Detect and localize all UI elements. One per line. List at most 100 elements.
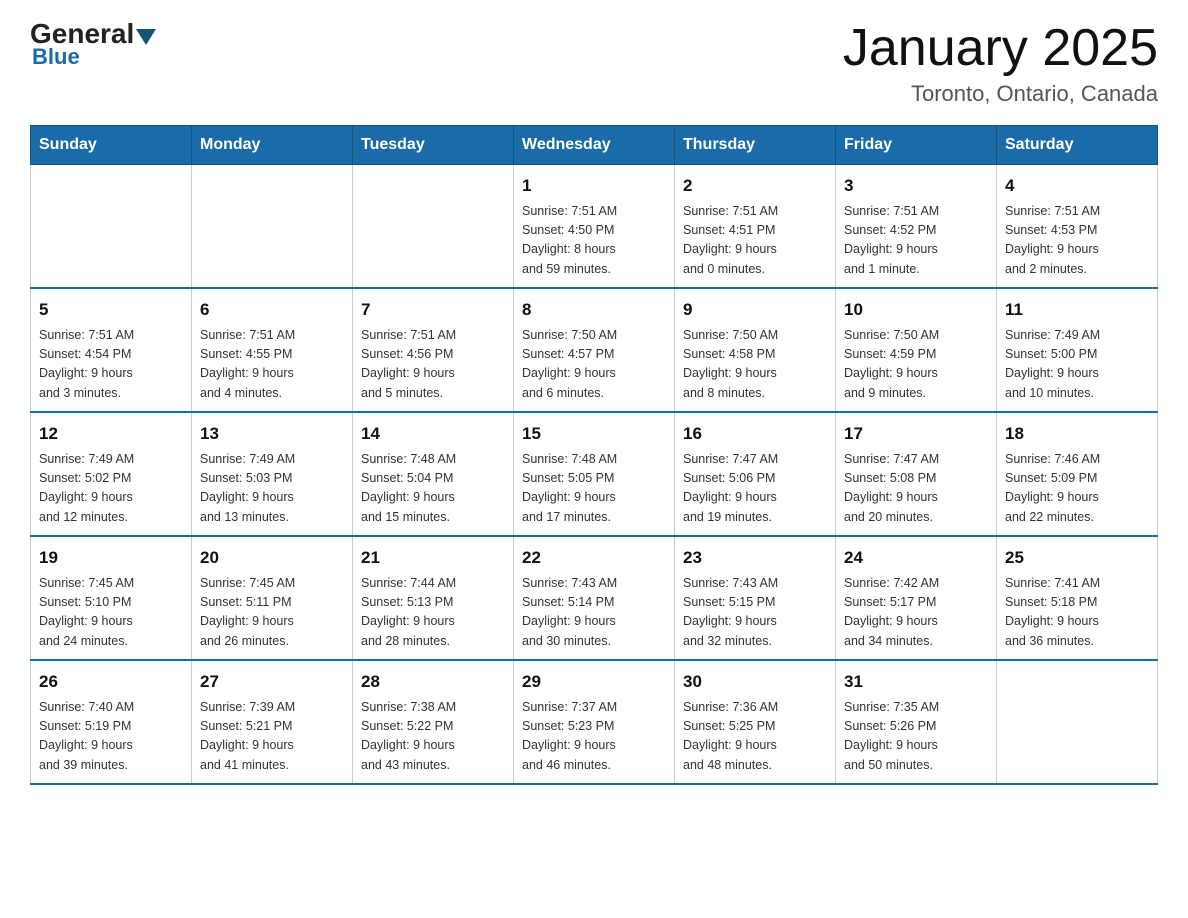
day-info: Sunrise: 7:41 AM Sunset: 5:18 PM Dayligh… — [1005, 574, 1149, 652]
calendar-cell — [997, 660, 1158, 784]
calendar-cell: 30 Sunrise: 7:36 AM Sunset: 5:25 PM Dayli… — [675, 660, 836, 784]
calendar-cell: 1Sunrise: 7:51 AM Sunset: 4:50 PM Daylig… — [514, 165, 675, 289]
weekday-header-monday: Monday — [192, 126, 353, 165]
calendar-cell: 4Sunrise: 7:51 AM Sunset: 4:53 PM Daylig… — [997, 165, 1158, 289]
calendar-header-row: SundayMondayTuesdayWednesdayThursdayFrid… — [31, 126, 1158, 165]
day-number: 7 — [361, 297, 505, 323]
day-number: 27 — [200, 669, 344, 695]
title-block: January 2025 Toronto, Ontario, Canada — [843, 20, 1158, 107]
calendar-cell: 12 Sunrise: 7:49 AM Sunset: 5:02 PM Dayli… — [31, 412, 192, 536]
day-number: 4 — [1005, 173, 1149, 199]
day-info: Sunrise: 7:35 AM Sunset: 5:26 PM Dayligh… — [844, 698, 988, 776]
day-info: Sunrise: 7:51 AM Sunset: 4:55 PM Dayligh… — [200, 326, 344, 404]
calendar-cell: 22 Sunrise: 7:43 AM Sunset: 5:14 PM Dayli… — [514, 536, 675, 660]
calendar-cell: 31 Sunrise: 7:35 AM Sunset: 5:26 PM Dayli… — [836, 660, 997, 784]
day-info: Sunrise: 7:43 AM Sunset: 5:14 PM Dayligh… — [522, 574, 666, 652]
logo-blue-text: Blue — [32, 44, 80, 70]
weekday-header-friday: Friday — [836, 126, 997, 165]
day-info: Sunrise: 7:49 AM Sunset: 5:03 PM Dayligh… — [200, 450, 344, 528]
calendar-cell: 29Sunrise: 7:37 AM Sunset: 5:23 PM Dayli… — [514, 660, 675, 784]
day-number: 8 — [522, 297, 666, 323]
day-info: Sunrise: 7:48 AM Sunset: 5:04 PM Dayligh… — [361, 450, 505, 528]
day-number: 20 — [200, 545, 344, 571]
calendar-cell: 16Sunrise: 7:47 AM Sunset: 5:06 PM Dayli… — [675, 412, 836, 536]
calendar-cell: 17 Sunrise: 7:47 AM Sunset: 5:08 PM Dayli… — [836, 412, 997, 536]
day-info: Sunrise: 7:37 AM Sunset: 5:23 PM Dayligh… — [522, 698, 666, 776]
day-info: Sunrise: 7:45 AM Sunset: 5:10 PM Dayligh… — [39, 574, 183, 652]
calendar-week-1: 1Sunrise: 7:51 AM Sunset: 4:50 PM Daylig… — [31, 165, 1158, 289]
calendar-title: January 2025 — [843, 20, 1158, 77]
calendar-cell: 25 Sunrise: 7:41 AM Sunset: 5:18 PM Dayli… — [997, 536, 1158, 660]
calendar-cell: 2 Sunrise: 7:51 AM Sunset: 4:51 PM Daylig… — [675, 165, 836, 289]
day-info: Sunrise: 7:43 AM Sunset: 5:15 PM Dayligh… — [683, 574, 827, 652]
weekday-header-saturday: Saturday — [997, 126, 1158, 165]
calendar-week-5: 26Sunrise: 7:40 AM Sunset: 5:19 PM Dayli… — [31, 660, 1158, 784]
day-number: 18 — [1005, 421, 1149, 447]
day-number: 21 — [361, 545, 505, 571]
calendar-cell — [31, 165, 192, 289]
day-number: 2 — [683, 173, 827, 199]
day-number: 17 — [844, 421, 988, 447]
day-info: Sunrise: 7:49 AM Sunset: 5:00 PM Dayligh… — [1005, 326, 1149, 404]
calendar-cell: 21 Sunrise: 7:44 AM Sunset: 5:13 PM Dayli… — [353, 536, 514, 660]
logo-arrow-icon — [136, 29, 156, 45]
day-info: Sunrise: 7:44 AM Sunset: 5:13 PM Dayligh… — [361, 574, 505, 652]
calendar-week-2: 5Sunrise: 7:51 AM Sunset: 4:54 PM Daylig… — [31, 288, 1158, 412]
calendar-cell: 20Sunrise: 7:45 AM Sunset: 5:11 PM Dayli… — [192, 536, 353, 660]
calendar-cell: 26Sunrise: 7:40 AM Sunset: 5:19 PM Dayli… — [31, 660, 192, 784]
day-info: Sunrise: 7:51 AM Sunset: 4:51 PM Dayligh… — [683, 202, 827, 280]
day-info: Sunrise: 7:42 AM Sunset: 5:17 PM Dayligh… — [844, 574, 988, 652]
day-number: 22 — [522, 545, 666, 571]
day-number: 1 — [522, 173, 666, 199]
day-info: Sunrise: 7:36 AM Sunset: 5:25 PM Dayligh… — [683, 698, 827, 776]
day-number: 19 — [39, 545, 183, 571]
day-number: 12 — [39, 421, 183, 447]
calendar-cell: 11 Sunrise: 7:49 AM Sunset: 5:00 PM Dayli… — [997, 288, 1158, 412]
day-number: 13 — [200, 421, 344, 447]
calendar-cell — [192, 165, 353, 289]
calendar-cell: 5Sunrise: 7:51 AM Sunset: 4:54 PM Daylig… — [31, 288, 192, 412]
calendar-week-3: 12 Sunrise: 7:49 AM Sunset: 5:02 PM Dayli… — [31, 412, 1158, 536]
day-info: Sunrise: 7:50 AM Sunset: 4:57 PM Dayligh… — [522, 326, 666, 404]
day-info: Sunrise: 7:47 AM Sunset: 5:08 PM Dayligh… — [844, 450, 988, 528]
calendar-cell: 14 Sunrise: 7:48 AM Sunset: 5:04 PM Dayli… — [353, 412, 514, 536]
calendar-cell: 18 Sunrise: 7:46 AM Sunset: 5:09 PM Dayli… — [997, 412, 1158, 536]
day-number: 3 — [844, 173, 988, 199]
day-info: Sunrise: 7:46 AM Sunset: 5:09 PM Dayligh… — [1005, 450, 1149, 528]
day-info: Sunrise: 7:51 AM Sunset: 4:52 PM Dayligh… — [844, 202, 988, 280]
day-info: Sunrise: 7:38 AM Sunset: 5:22 PM Dayligh… — [361, 698, 505, 776]
day-number: 24 — [844, 545, 988, 571]
day-number: 31 — [844, 669, 988, 695]
calendar-cell: 19 Sunrise: 7:45 AM Sunset: 5:10 PM Dayli… — [31, 536, 192, 660]
calendar-cell: 7 Sunrise: 7:51 AM Sunset: 4:56 PM Daylig… — [353, 288, 514, 412]
calendar-cell: 23 Sunrise: 7:43 AM Sunset: 5:15 PM Dayli… — [675, 536, 836, 660]
weekday-header-thursday: Thursday — [675, 126, 836, 165]
day-number: 10 — [844, 297, 988, 323]
page-header: General Blue January 2025 Toronto, Ontar… — [30, 20, 1158, 107]
day-number: 14 — [361, 421, 505, 447]
day-number: 26 — [39, 669, 183, 695]
day-info: Sunrise: 7:50 AM Sunset: 4:59 PM Dayligh… — [844, 326, 988, 404]
calendar-cell: 27 Sunrise: 7:39 AM Sunset: 5:21 PM Dayli… — [192, 660, 353, 784]
day-number: 11 — [1005, 297, 1149, 323]
day-info: Sunrise: 7:49 AM Sunset: 5:02 PM Dayligh… — [39, 450, 183, 528]
weekday-header-wednesday: Wednesday — [514, 126, 675, 165]
day-info: Sunrise: 7:51 AM Sunset: 4:54 PM Dayligh… — [39, 326, 183, 404]
day-info: Sunrise: 7:51 AM Sunset: 4:56 PM Dayligh… — [361, 326, 505, 404]
weekday-header-sunday: Sunday — [31, 126, 192, 165]
calendar-cell: 24 Sunrise: 7:42 AM Sunset: 5:17 PM Dayli… — [836, 536, 997, 660]
calendar-cell: 6Sunrise: 7:51 AM Sunset: 4:55 PM Daylig… — [192, 288, 353, 412]
day-number: 23 — [683, 545, 827, 571]
calendar-week-4: 19 Sunrise: 7:45 AM Sunset: 5:10 PM Dayli… — [31, 536, 1158, 660]
calendar-cell: 8 Sunrise: 7:50 AM Sunset: 4:57 PM Daylig… — [514, 288, 675, 412]
weekday-header-tuesday: Tuesday — [353, 126, 514, 165]
day-info: Sunrise: 7:39 AM Sunset: 5:21 PM Dayligh… — [200, 698, 344, 776]
calendar-table: SundayMondayTuesdayWednesdayThursdayFrid… — [30, 125, 1158, 785]
calendar-cell: 3 Sunrise: 7:51 AM Sunset: 4:52 PM Daylig… — [836, 165, 997, 289]
calendar-subtitle: Toronto, Ontario, Canada — [843, 81, 1158, 107]
logo: General Blue — [30, 20, 156, 70]
day-number: 30 — [683, 669, 827, 695]
calendar-cell: 13 Sunrise: 7:49 AM Sunset: 5:03 PM Dayli… — [192, 412, 353, 536]
day-number: 25 — [1005, 545, 1149, 571]
day-info: Sunrise: 7:48 AM Sunset: 5:05 PM Dayligh… — [522, 450, 666, 528]
